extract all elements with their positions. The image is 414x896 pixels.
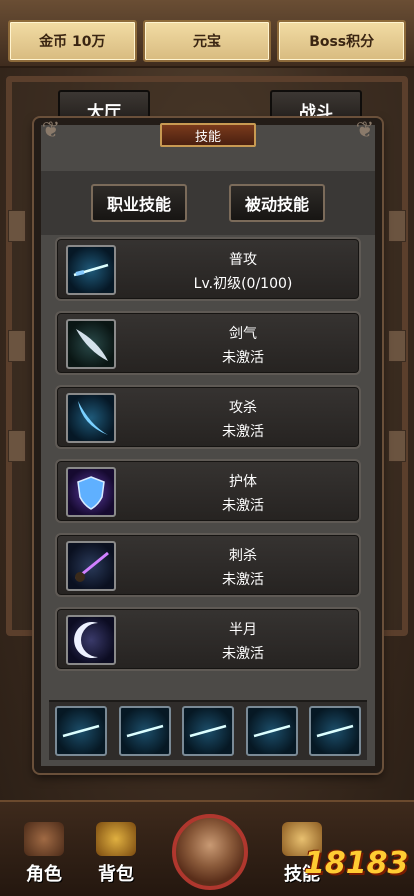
sword-icon <box>189 724 227 738</box>
panel-title: 技能 <box>160 123 256 147</box>
nav-character[interactable]: 角色 <box>14 822 74 886</box>
sword-icon <box>66 245 116 295</box>
skill-name: 攻杀 <box>229 400 257 416</box>
sword-icon <box>62 724 100 738</box>
skill-panel: ❦ ❦ 技能 职业技能 被动技能 普攻 Lv.初级(0/100) 剑气 未激活 … <box>34 118 382 773</box>
skill-name: 刺杀 <box>229 548 257 564</box>
yuanbao-counter: 元宝 <box>142 20 272 62</box>
skill-status: 未激活 <box>222 646 264 662</box>
skill-list[interactable]: 普攻 Lv.初级(0/100) 剑气 未激活 攻杀 未激活 护体 未激活 刺杀 … <box>55 237 361 693</box>
skill-slot[interactable] <box>55 706 107 756</box>
background-ledge <box>8 210 26 242</box>
corner-ornament-icon: ❦ <box>355 118 375 143</box>
thrust-icon <box>66 541 116 591</box>
skill-slot[interactable] <box>118 706 171 756</box>
boss-points-counter: Boss积分 <box>277 20 407 62</box>
sword-icon <box>126 724 163 738</box>
nav-label: 角色 <box>26 864 62 885</box>
nav-label: 背包 <box>98 864 134 885</box>
background-ledge <box>8 330 26 362</box>
skill-name: 护体 <box>229 474 257 490</box>
skill-slot-bar <box>49 700 367 760</box>
skill-row-half-moon[interactable]: 半月 未激活 <box>55 607 361 671</box>
half-moon-icon <box>66 615 116 665</box>
shield-icon <box>66 467 116 517</box>
skill-row-body-guard[interactable]: 护体 未激活 <box>55 459 361 523</box>
skill-row-attack-kill[interactable]: 攻杀 未激活 <box>55 385 361 449</box>
corner-ornament-icon: ❦ <box>41 118 61 143</box>
sword-icon <box>253 724 290 738</box>
treasure-chest-icon <box>96 822 136 856</box>
skill-row-normal-attack[interactable]: 普攻 Lv.初级(0/100) <box>55 237 361 301</box>
skill-slot[interactable] <box>245 706 298 756</box>
skill-slot[interactable] <box>309 706 361 756</box>
background-ledge <box>388 330 406 362</box>
skill-type-tabs: 职业技能 被动技能 <box>41 171 375 235</box>
background-ledge <box>388 430 406 462</box>
gold-counter: 金币 10万 <box>8 20 137 62</box>
skill-status: 未激活 <box>222 350 264 366</box>
crescent-slash-icon <box>66 319 116 369</box>
avatar[interactable] <box>172 814 248 890</box>
skill-row-assassinate[interactable]: 刺杀 未激活 <box>55 533 361 597</box>
skill-status: Lv.初级(0/100) <box>193 276 293 292</box>
skill-name: 剑气 <box>229 326 257 342</box>
skill-status: 未激活 <box>222 424 264 440</box>
blue-slash-icon <box>66 393 116 443</box>
watermark: 18183 <box>304 846 409 881</box>
skill-status: 未激活 <box>222 498 264 514</box>
nav-bag[interactable]: 背包 <box>86 822 146 886</box>
skill-name: 半月 <box>229 622 257 638</box>
skill-slot[interactable] <box>182 706 234 756</box>
resource-bar: 金币 10万 元宝 Boss积分 <box>0 0 414 68</box>
sword-icon <box>316 724 354 738</box>
background-ledge <box>388 210 406 242</box>
tab-passive-skills[interactable]: 被动技能 <box>229 184 325 222</box>
character-icon <box>24 822 64 856</box>
skill-name: 普攻 <box>229 252 257 268</box>
skill-status: 未激活 <box>222 572 264 588</box>
skill-row-sword-qi[interactable]: 剑气 未激活 <box>55 311 361 375</box>
tab-class-skills[interactable]: 职业技能 <box>91 184 187 222</box>
background-ledge <box>8 430 26 462</box>
